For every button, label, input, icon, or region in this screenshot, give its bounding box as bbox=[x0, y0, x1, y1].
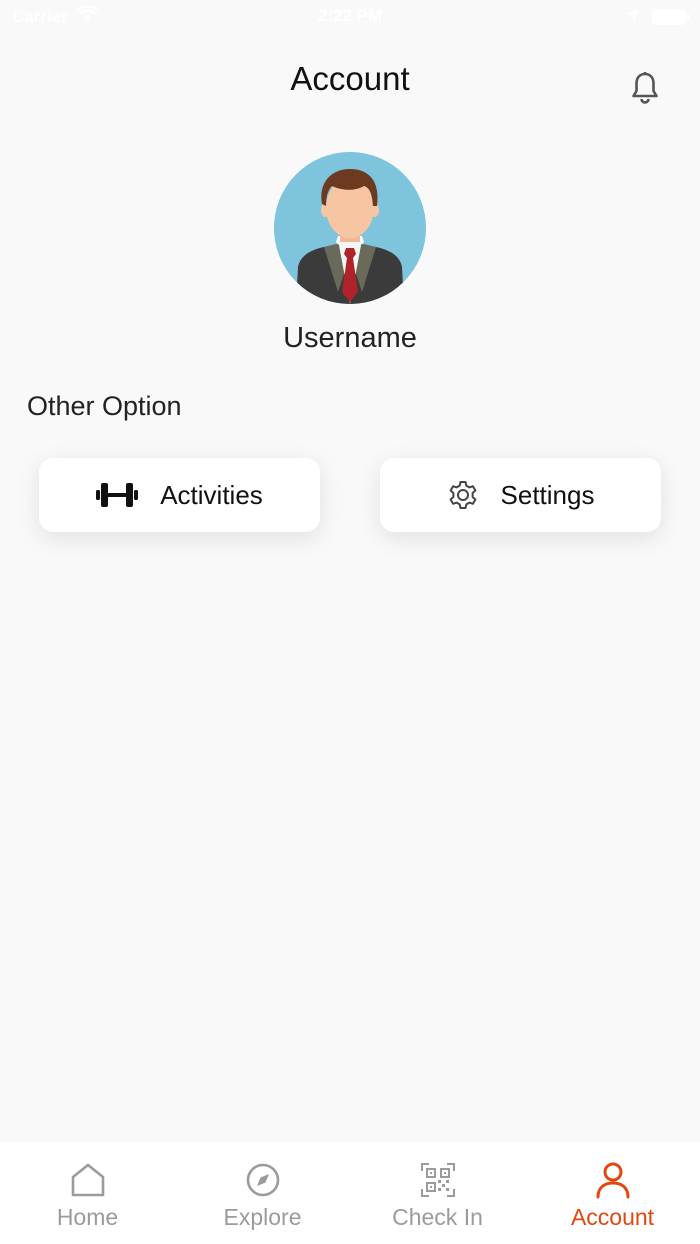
status-bar: Carrier 2:22 PM bbox=[0, 0, 700, 36]
tab-bar: Home Explore Check In Account bbox=[0, 1142, 700, 1244]
page-title: Account bbox=[290, 60, 410, 97]
status-right bbox=[626, 7, 690, 27]
qr-code-icon bbox=[420, 1160, 456, 1200]
battery-icon bbox=[652, 9, 690, 25]
activities-button[interactable]: Activities bbox=[39, 458, 320, 532]
person-icon bbox=[595, 1160, 631, 1200]
tab-check-in[interactable]: Check In bbox=[350, 1142, 525, 1244]
activities-label: Activities bbox=[160, 479, 263, 510]
compass-icon bbox=[245, 1160, 281, 1200]
username: Username bbox=[283, 322, 417, 354]
settings-button[interactable]: Settings bbox=[380, 458, 661, 532]
avatar[interactable] bbox=[274, 152, 426, 304]
tab-explore[interactable]: Explore bbox=[175, 1142, 350, 1244]
bell-icon[interactable] bbox=[626, 68, 664, 108]
tab-account-label: Account bbox=[570, 1204, 655, 1230]
tab-check-in-label: Check In bbox=[392, 1204, 483, 1230]
tab-explore-label: Explore bbox=[223, 1204, 302, 1230]
dumbbell-icon bbox=[96, 481, 139, 509]
home-icon bbox=[69, 1160, 107, 1200]
status-time: 2:22 PM bbox=[317, 6, 383, 25]
gear-icon bbox=[447, 479, 479, 511]
location-arrow-icon bbox=[626, 7, 640, 27]
user-avatar-illustration bbox=[274, 152, 426, 304]
tab-account[interactable]: Account bbox=[525, 1142, 700, 1244]
section-title-other-option: Other Option bbox=[27, 391, 182, 421]
tab-home-label: Home bbox=[56, 1204, 119, 1230]
tab-home[interactable]: Home bbox=[0, 1142, 175, 1244]
settings-label: Settings bbox=[500, 479, 595, 510]
